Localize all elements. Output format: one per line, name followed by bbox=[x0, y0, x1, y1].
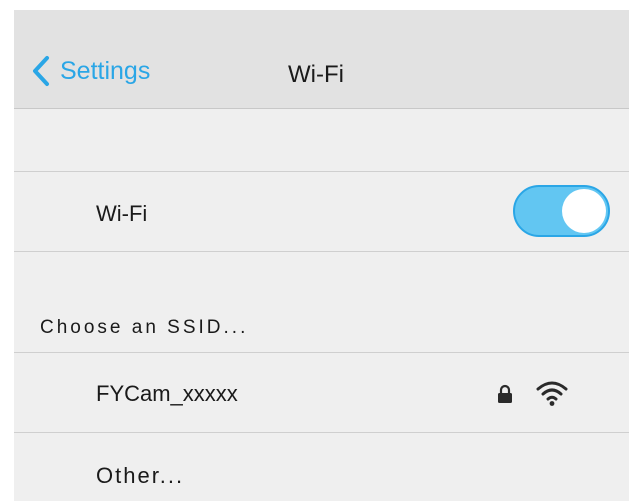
other-network-row[interactable]: Other... bbox=[14, 433, 629, 501]
network-row[interactable]: FYCam_xxxxx bbox=[14, 353, 629, 433]
back-button[interactable]: Settings bbox=[32, 55, 150, 87]
wifi-toggle-switch[interactable] bbox=[513, 185, 610, 237]
wifi-toggle-label: Wi-Fi bbox=[96, 201, 148, 226]
network-name: FYCam_xxxxx bbox=[96, 381, 238, 406]
section-header: Choose an SSID... bbox=[40, 317, 249, 338]
page-title: Wi-Fi bbox=[288, 61, 344, 88]
wifi-toggle-row: Wi-Fi bbox=[14, 172, 629, 252]
back-button-label: Settings bbox=[60, 56, 151, 85]
wifi-signal-icon bbox=[536, 381, 568, 406]
wifi-settings-screen: Settings Wi-Fi Wi-Fi Choose an SSID... F… bbox=[14, 10, 629, 501]
section-spacer bbox=[14, 109, 629, 172]
ssid-section: Choose an SSID... bbox=[14, 252, 629, 353]
lock-icon bbox=[498, 384, 512, 403]
navigation-bar: Settings Wi-Fi bbox=[14, 10, 629, 109]
toggle-knob bbox=[562, 189, 606, 233]
other-network-label: Other... bbox=[96, 463, 185, 488]
chevron-left-icon bbox=[33, 56, 49, 86]
